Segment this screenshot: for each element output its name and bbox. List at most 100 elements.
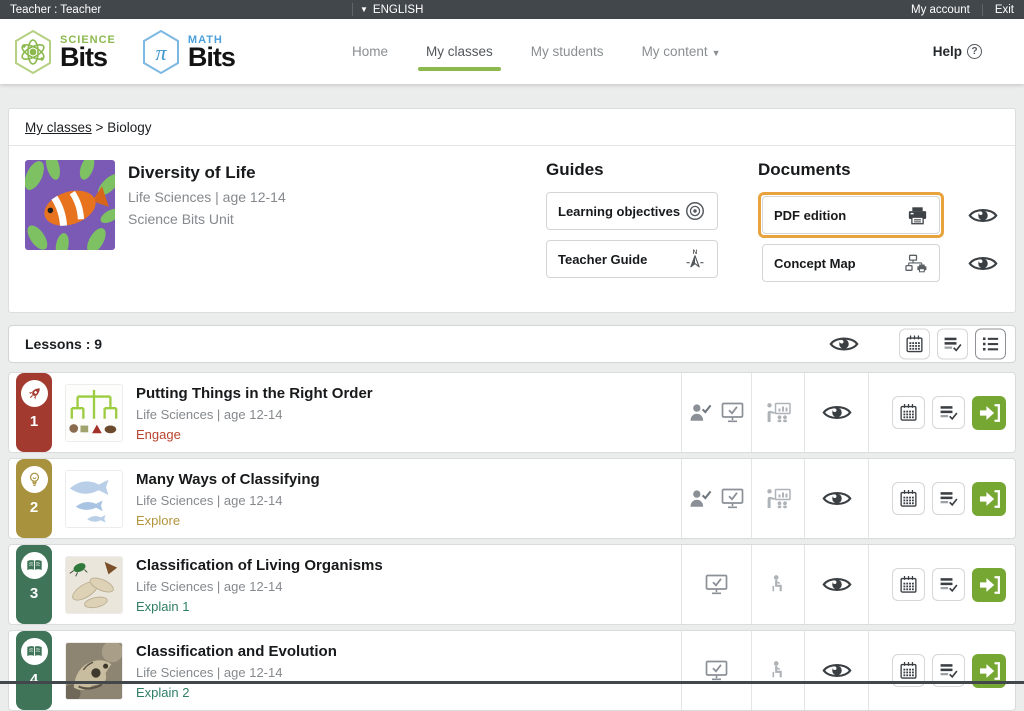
lesson-modes-cell bbox=[681, 459, 751, 538]
breadcrumb-my-classes-link[interactable]: My classes bbox=[25, 120, 92, 135]
lesson-title[interactable]: Classification of Living Organisms bbox=[136, 557, 383, 574]
lesson-thumbnail bbox=[65, 470, 123, 528]
assignments-icon bbox=[943, 335, 962, 354]
lesson-activity-cell bbox=[751, 373, 804, 452]
visibility-eye-icon[interactable] bbox=[822, 661, 852, 680]
visibility-eye-icon[interactable] bbox=[968, 206, 998, 225]
lesson-phase-tab: 2 bbox=[16, 459, 52, 538]
help-button[interactable]: Help ? bbox=[933, 44, 982, 59]
pdf-edition-button[interactable]: PDF edition bbox=[762, 196, 940, 234]
breadcrumb-current: Biology bbox=[107, 120, 151, 135]
lesson-row: 3 Classification of Living Organisms Lif… bbox=[8, 544, 1016, 625]
language-selector[interactable]: ▼ ENGLISH bbox=[360, 4, 423, 16]
topbar-divider bbox=[982, 4, 983, 16]
lesson-actions bbox=[868, 631, 1015, 710]
calendar-icon bbox=[905, 335, 924, 354]
lesson-number: 2 bbox=[30, 499, 38, 516]
visibility-eye-icon[interactable] bbox=[829, 335, 859, 354]
logged-in-user: Teacher : Teacher bbox=[10, 4, 101, 16]
monitor-check-icon bbox=[704, 660, 729, 681]
lesson-modes-cell bbox=[681, 631, 751, 710]
concept-map-button[interactable]: Concept Map bbox=[762, 244, 940, 282]
target-icon bbox=[684, 200, 706, 222]
sitemap-icon bbox=[905, 254, 928, 273]
bulb-icon bbox=[26, 471, 43, 488]
lesson-phase-tab: 3 bbox=[16, 545, 52, 624]
pdf-edition-highlight: PDF edition bbox=[758, 192, 944, 238]
lesson-phase-badge bbox=[21, 638, 48, 665]
math-bits-logo[interactable]: π MATH Bits bbox=[140, 29, 235, 75]
science-bits-logo[interactable]: SCIENCE Bits bbox=[12, 29, 116, 75]
concept-map-wrap: Concept Map bbox=[758, 240, 944, 286]
person-check-icon bbox=[688, 488, 713, 509]
lesson-phase-label: Engage bbox=[136, 427, 373, 442]
lesson-assignments-button[interactable] bbox=[932, 568, 965, 601]
lesson-thumbnail bbox=[65, 642, 123, 700]
calendar-icon bbox=[899, 661, 918, 680]
assignments-icon bbox=[939, 489, 958, 508]
breadcrumb-separator: > bbox=[96, 120, 108, 135]
list-view-icon bbox=[981, 335, 1000, 354]
lesson-number: 4 bbox=[30, 671, 38, 688]
lessons-list: 1 Putting Things in the Right Order Life… bbox=[8, 372, 1016, 711]
unit-thumbnail bbox=[25, 160, 115, 250]
lesson-number: 1 bbox=[30, 413, 38, 430]
lesson-actions bbox=[868, 545, 1015, 624]
topbar-divider bbox=[352, 3, 353, 16]
unit-panel: My classes > Biology Diversity of Life L… bbox=[8, 108, 1016, 313]
lesson-title[interactable]: Many Ways of Classifying bbox=[136, 471, 320, 488]
assignments-view-button[interactable] bbox=[937, 329, 968, 360]
schedule-lesson-button[interactable] bbox=[892, 568, 925, 601]
calendar-icon bbox=[899, 575, 918, 594]
lesson-phase-label: Explain 1 bbox=[136, 599, 383, 614]
calendar-view-button[interactable] bbox=[899, 329, 930, 360]
open-lesson-button[interactable] bbox=[972, 396, 1006, 430]
my-account-link[interactable]: My account bbox=[911, 4, 970, 16]
schedule-lesson-button[interactable] bbox=[892, 396, 925, 429]
learning-objectives-button[interactable]: Learning objectives bbox=[546, 192, 718, 230]
assignments-icon bbox=[939, 575, 958, 594]
lesson-visibility-cell bbox=[804, 373, 868, 452]
teacher-guide-button[interactable]: Teacher Guide bbox=[546, 240, 718, 278]
lesson-subtitle: Life Sciences | age 12-14 bbox=[136, 579, 383, 594]
enter-icon bbox=[977, 573, 1001, 597]
visibility-eye-icon[interactable] bbox=[822, 489, 852, 508]
nav-my-content[interactable]: My content▼ bbox=[642, 38, 721, 65]
lesson-subtitle: Life Sciences | age 12-14 bbox=[136, 665, 337, 680]
unit-title: Diversity of Life bbox=[128, 163, 546, 183]
lesson-assignments-button[interactable] bbox=[932, 482, 965, 515]
lesson-title[interactable]: Putting Things in the Right Order bbox=[136, 385, 373, 402]
open-lesson-button[interactable] bbox=[972, 568, 1006, 602]
seated-person-icon bbox=[769, 574, 787, 595]
enter-icon bbox=[977, 487, 1001, 511]
math-bits-logo-icon: π bbox=[140, 29, 182, 75]
lesson-phase-tab: 4 bbox=[16, 631, 52, 710]
orientation-icon bbox=[684, 248, 706, 270]
lesson-title[interactable]: Classification and Evolution bbox=[136, 643, 337, 660]
lesson-phase-badge bbox=[21, 552, 48, 579]
monitor-check-icon bbox=[720, 488, 745, 509]
list-view-button[interactable] bbox=[975, 329, 1006, 360]
lesson-row: 1 Putting Things in the Right Order Life… bbox=[8, 372, 1016, 453]
lesson-assignments-button[interactable] bbox=[932, 396, 965, 429]
app-header: SCIENCE Bits π MATH Bits Home My classes… bbox=[0, 19, 1024, 84]
math-bits-wordmark: Bits bbox=[188, 46, 235, 69]
visibility-eye-icon[interactable] bbox=[822, 575, 852, 594]
visibility-eye-icon[interactable] bbox=[822, 403, 852, 422]
lesson-row: 2 Many Ways of Classifying Life Sciences… bbox=[8, 458, 1016, 539]
open-lesson-button[interactable] bbox=[972, 482, 1006, 516]
exit-link[interactable]: Exit bbox=[995, 4, 1014, 16]
nav-my-classes[interactable]: My classes bbox=[426, 38, 493, 65]
nav-home[interactable]: Home bbox=[352, 38, 388, 65]
nav-my-students[interactable]: My students bbox=[531, 38, 604, 65]
calendar-icon bbox=[899, 489, 918, 508]
lesson-activity-cell bbox=[751, 545, 804, 624]
visibility-eye-icon[interactable] bbox=[968, 254, 998, 273]
rocket-icon bbox=[26, 385, 43, 402]
presentation-icon bbox=[765, 402, 792, 423]
svg-text:π: π bbox=[155, 40, 167, 65]
lesson-phase-label: Explore bbox=[136, 513, 320, 528]
calendar-icon bbox=[899, 403, 918, 422]
caret-down-icon: ▼ bbox=[712, 48, 721, 58]
schedule-lesson-button[interactable] bbox=[892, 482, 925, 515]
